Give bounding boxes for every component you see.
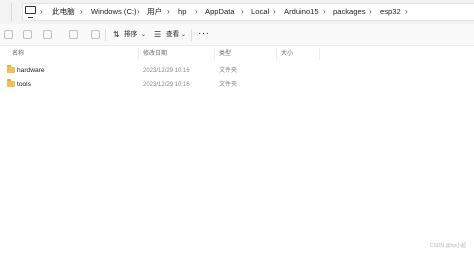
breadcrumb-users[interactable]: 用户 [147, 6, 162, 17]
breadcrumb-appdata[interactable]: AppData [205, 6, 235, 17]
chevron-right-icon[interactable]: › [195, 6, 198, 17]
chevron-down-icon[interactable]: ⌄ [181, 30, 186, 41]
file-date: 2023/12/29 10:16 [143, 68, 190, 74]
view-icon[interactable]: ☰ [154, 29, 161, 40]
view-button[interactable]: 查看 [166, 30, 179, 40]
folder-icon [7, 79, 15, 87]
chevron-right-icon[interactable]: › [369, 6, 372, 17]
delete-icon[interactable] [91, 30, 100, 39]
chevron-right-icon[interactable]: › [405, 6, 408, 17]
file-name[interactable]: hardware [17, 66, 45, 76]
breadcrumb-hp[interactable]: hp [178, 6, 186, 17]
column-divider[interactable] [319, 48, 320, 60]
column-header-size[interactable]: 大小 [281, 50, 293, 59]
column-header-date[interactable]: 修改日期 [143, 50, 167, 59]
paste-icon[interactable] [43, 30, 52, 39]
breadcrumb-esp32[interactable]: esp32 [380, 6, 401, 17]
chevron-right-icon[interactable]: › [40, 6, 43, 17]
chevron-right-icon[interactable]: › [167, 6, 170, 17]
chevron-right-icon[interactable]: › [323, 6, 326, 17]
sort-icon[interactable]: ⇅ [113, 29, 120, 40]
file-name[interactable]: tools [17, 80, 31, 90]
this-pc-icon[interactable] [25, 6, 36, 18]
column-divider[interactable] [214, 48, 215, 60]
column-divider[interactable] [276, 48, 277, 60]
watermark: CSDN @hp小超 [429, 243, 466, 249]
address-bar-row: › 此电脑 › Windows (C:) › 用户 › hp › AppData… [0, 0, 474, 24]
breadcrumb-packages[interactable]: packages [333, 6, 366, 17]
nav-edge [0, 3, 12, 21]
more-options-button[interactable]: ··· [198, 28, 210, 40]
toolbar-divider [191, 29, 192, 41]
file-type: 文件夹 [219, 68, 238, 74]
folder-icon [7, 65, 15, 73]
list-item[interactable]: tools 2023/12/29 10:16 文件夹 [0, 78, 474, 92]
chevron-right-icon[interactable]: › [137, 6, 140, 17]
chevron-right-icon[interactable]: › [80, 6, 83, 17]
breadcrumb-arduino15[interactable]: Arduino15 [284, 6, 319, 17]
rename-icon[interactable] [23, 30, 32, 39]
breadcrumb-this-pc[interactable]: 此电脑 [52, 6, 75, 17]
column-divider[interactable] [138, 48, 139, 60]
file-type: 文件夹 [219, 82, 238, 88]
column-header-name[interactable]: 名称 [12, 50, 24, 59]
breadcrumb-local[interactable]: Local [251, 6, 269, 17]
list-item[interactable]: hardware 2023/12/29 10:16 文件夹 [0, 64, 474, 78]
chevron-down-icon[interactable]: ⌄ [141, 30, 146, 41]
column-header-type[interactable]: 类型 [219, 50, 231, 59]
share-icon[interactable] [69, 30, 78, 39]
breadcrumb-drive-c[interactable]: Windows (C:) [91, 6, 137, 17]
sort-button[interactable]: 排序 [124, 30, 137, 40]
copy-icon[interactable] [4, 30, 13, 39]
file-date: 2023/12/29 10:16 [143, 82, 190, 88]
chevron-right-icon[interactable]: › [273, 6, 276, 17]
chevron-right-icon[interactable]: › [241, 6, 244, 17]
command-bar: ⇅ 排序 ⌄ ☰ 查看 ⌄ ··· [0, 24, 474, 46]
toolbar-divider [105, 29, 106, 41]
